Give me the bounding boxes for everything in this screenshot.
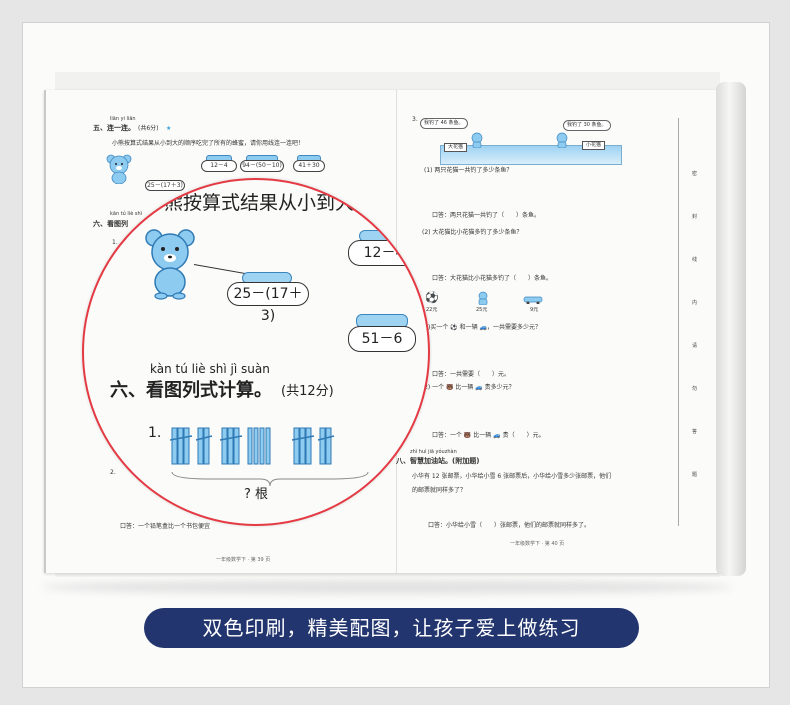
lens-section-title: 六、看图列式计算。 bbox=[110, 380, 272, 401]
bear-toy-icon bbox=[478, 291, 488, 305]
sec8-question-cont: 的邮票就同样多了？ bbox=[412, 487, 467, 494]
right-q3-number: 3. bbox=[412, 116, 418, 123]
speech-bubble-1: 我钓了 46 条鱼。 bbox=[420, 118, 468, 129]
cat-icon bbox=[471, 132, 483, 148]
seal-line bbox=[678, 118, 679, 526]
soccer-ball-icon: ⚽ bbox=[425, 291, 439, 304]
answer-4-1: 口答：一共需要（ ）元。 bbox=[432, 371, 511, 378]
margin-label: 密 bbox=[692, 171, 698, 177]
bear-icon bbox=[145, 229, 195, 300]
sec5-title: 五、连一连。 bbox=[93, 124, 135, 132]
sec5-instruction: 小熊按算式结果从小到大的顺序吃完了所有的蜂蜜，请你用线连一连吧！ bbox=[112, 140, 305, 147]
question-3-2: (2) 大花猫比小花猫多钓了多少条鱼？ bbox=[422, 229, 523, 236]
sec8-answer: 口答：小华给小雪（ ）张邮票，他们的邮票就同样多了。 bbox=[428, 522, 591, 529]
question-4-2: 2) 一个 🐻 比一辆 🚙 贵多少元？ bbox=[424, 384, 515, 391]
left-page-footer: 一年级数学下 · 第 39 页 bbox=[216, 557, 271, 563]
lens-section-score: (共12分) bbox=[281, 384, 334, 399]
margin-label: 线 bbox=[692, 257, 698, 263]
price-car: 9元 bbox=[530, 307, 539, 313]
sec8-question: 小华有 12 张邮票，小华给小雪 6 张邮票后，小华给小雪多少张邮票，他们 bbox=[412, 473, 612, 480]
margin-label: 封 bbox=[692, 214, 698, 220]
promo-banner: 双色印刷，精美配图，让孩子爱上做练习 bbox=[144, 608, 639, 648]
lens-top-text: 熊按算式结果从小到大的 bbox=[164, 192, 374, 214]
cat-name-1: 大花猫 bbox=[444, 143, 468, 152]
cat-name-2: 小花猫 bbox=[582, 141, 606, 150]
lens-pinyin: kàn tú liè shì jì suàn bbox=[150, 362, 270, 376]
question-4-1: )买一个 ⚽ 和一辆 🚙，一共需要多少元？ bbox=[428, 324, 542, 331]
bear-expression-big: 25－(17＋3) bbox=[227, 282, 309, 324]
book-shadow bbox=[42, 580, 732, 594]
honey-jar-big-1: 12－4 bbox=[348, 240, 420, 266]
margin-label: 请 bbox=[692, 343, 698, 349]
price-ball: 22元 bbox=[426, 307, 438, 313]
speech-bubble-2: 我钓了 30 条鱼。 bbox=[563, 120, 611, 131]
honey-jar-1: 12－4 bbox=[201, 160, 237, 172]
toy-car-icon bbox=[523, 296, 543, 304]
sec8-pinyin: zhì huì jiā yóuzhàn bbox=[410, 449, 457, 455]
bear-expression: 25－(17＋3) bbox=[145, 180, 185, 191]
answer-3-2: 口答：大花猫比小花猫多钓了（ ）条鱼。 bbox=[432, 275, 553, 282]
margin-label: 内 bbox=[692, 300, 698, 306]
question-3-1: (1) 两只花猫一共钓了多少条鱼？ bbox=[424, 167, 513, 174]
honey-jar-3: 41＋30 bbox=[293, 160, 325, 172]
sec6-title: 六、看图列 bbox=[93, 220, 128, 228]
small-bear-icon bbox=[106, 154, 132, 184]
margin-label: 题 bbox=[692, 472, 698, 478]
honey-jar-big-2: 51－6 bbox=[348, 326, 416, 352]
brace-line bbox=[171, 471, 369, 487]
sec5-pinyin: liān yi liān bbox=[110, 116, 136, 122]
lens-question: ? 根 bbox=[244, 487, 269, 502]
price-bear: 25元 bbox=[476, 307, 488, 313]
sec6-pinyin: kān tú liè shì bbox=[110, 211, 143, 217]
answer-4-2: 口答：一个 🐻 比一辆 🚙 贵（ ）元。 bbox=[432, 432, 545, 439]
sticks-illustration bbox=[170, 427, 335, 465]
right-page-footer: 一年级数学下 · 第 40 页 bbox=[510, 541, 565, 547]
honey-jar-2: 94－(50－10) bbox=[240, 160, 284, 172]
magnifier-lens: 熊按算式结果从小到大的 25－(17＋3) 12－4 51－6 kàn tú l… bbox=[82, 178, 430, 526]
margin-label: 答 bbox=[692, 429, 698, 435]
page-roll bbox=[716, 82, 746, 576]
question-2-number: 2. bbox=[110, 469, 116, 476]
question-1-number: 1. bbox=[112, 239, 118, 246]
star-icon: ★ bbox=[166, 125, 172, 132]
margin-label: 勿 bbox=[692, 386, 698, 392]
lens-q1-number: 1. bbox=[148, 425, 162, 441]
sec8-title: 八、智慧加油站。(附加题) bbox=[396, 457, 480, 465]
cat-icon bbox=[556, 132, 568, 148]
left-answer-line: 口答：一个铅笔盒比一个书包便宜 bbox=[120, 523, 211, 530]
answer-3-1: 口答：两只花猫一共钓了（ ）条鱼。 bbox=[432, 212, 541, 219]
sec5-score: (共6分) bbox=[138, 125, 159, 132]
